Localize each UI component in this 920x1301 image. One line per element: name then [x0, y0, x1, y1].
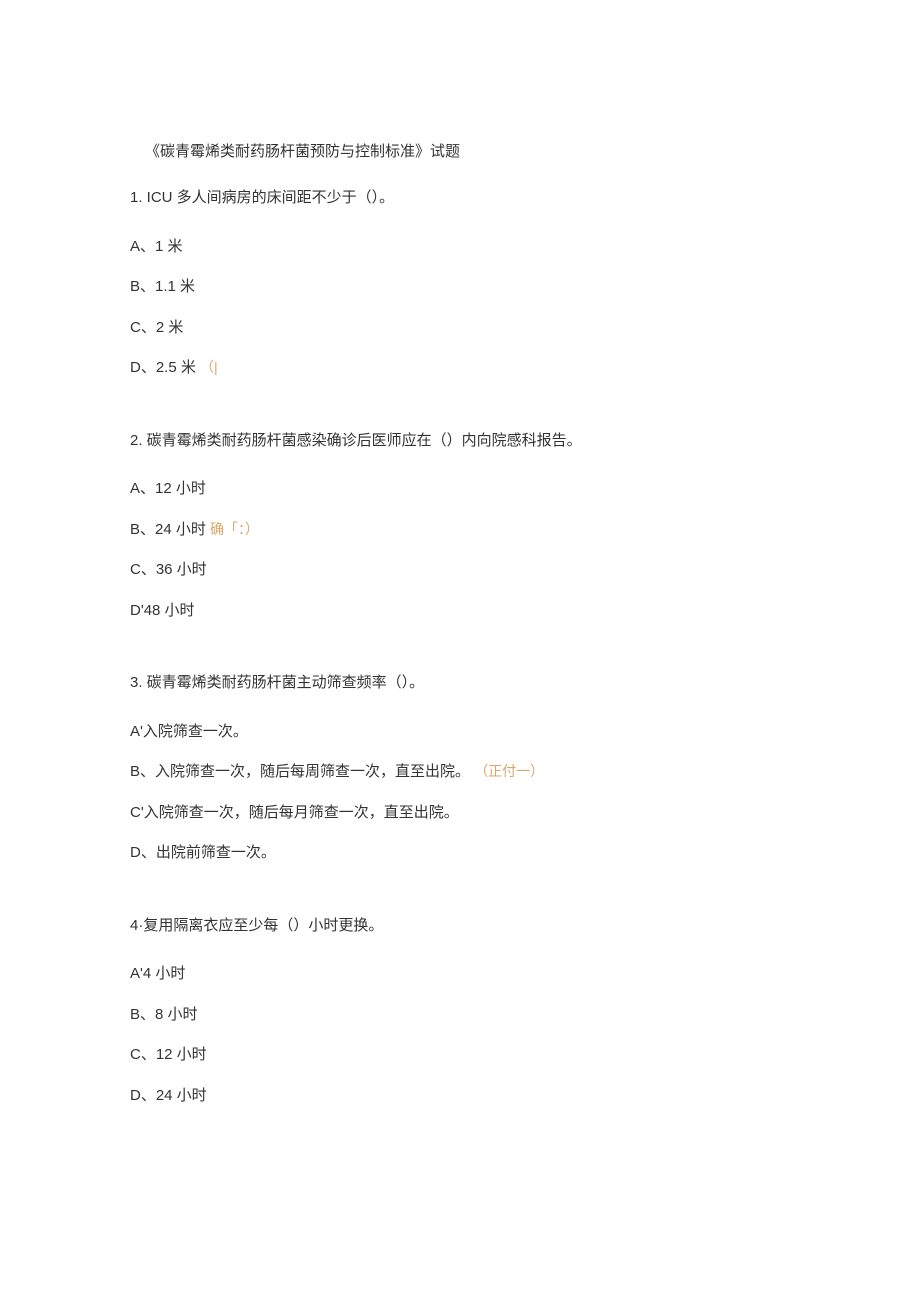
q3-option-b-annotation: （正付一） [474, 763, 544, 779]
q3-option-b: B、入院筛查一次，随后每周筛查一次，直至出院。 （正付一） [130, 761, 790, 784]
q2-option-a: A、12 小时 [130, 478, 790, 501]
q2-option-b-text: B、24 小时 [130, 521, 206, 538]
question-2: 2. 碳青霉烯类耐药肠杆菌感染确诊后医师应在（）内向院感科报告。 [130, 430, 790, 453]
q1-option-d: D、2.5 米 （| [130, 357, 790, 380]
q1-option-c: C、2 米 [130, 317, 790, 340]
question-1: 1. ICU 多人间病房的床间距不少于（）。 [130, 187, 790, 210]
document-title: 《碳青霉烯类耐药肠杆菌预防与控制标准》试题 [130, 140, 790, 161]
q1-option-a: A、1 米 [130, 236, 790, 259]
q2-option-d: D'48 小时 [130, 600, 790, 623]
question-4: 4·复用隔离衣应至少每（）小时更换。 [130, 915, 790, 938]
q2-option-c: C、36 小时 [130, 559, 790, 582]
q1-option-b: B、1.1 米 [130, 276, 790, 299]
q4-option-b: B、8 小时 [130, 1004, 790, 1027]
q1-option-d-annotation: （| [200, 359, 218, 375]
q3-option-d: D、出院前筛查一次。 [130, 842, 790, 865]
q3-option-a: A'入院筛查一次。 [130, 721, 790, 744]
q2-option-b-annotation: 确「：） [210, 521, 259, 537]
document-page: 《碳青霉烯类耐药肠杆菌预防与控制标准》试题 1. ICU 多人间病房的床间距不少… [0, 0, 920, 1205]
q4-option-d: D、24 小时 [130, 1085, 790, 1108]
q3-option-b-text: B、入院筛查一次，随后每周筛查一次，直至出院。 [130, 763, 470, 780]
q1-option-d-text: D、2.5 米 [130, 359, 196, 376]
q4-option-a: A'4 小时 [130, 963, 790, 986]
q3-option-c: C'入院筛查一次，随后每月筛查一次，直至出院。 [130, 802, 790, 825]
q2-option-b: B、24 小时 确「：） [130, 519, 790, 542]
q4-option-c: C、12 小时 [130, 1044, 790, 1067]
question-3: 3. 碳青霉烯类耐药肠杆菌主动筛查频率（）。 [130, 672, 790, 695]
